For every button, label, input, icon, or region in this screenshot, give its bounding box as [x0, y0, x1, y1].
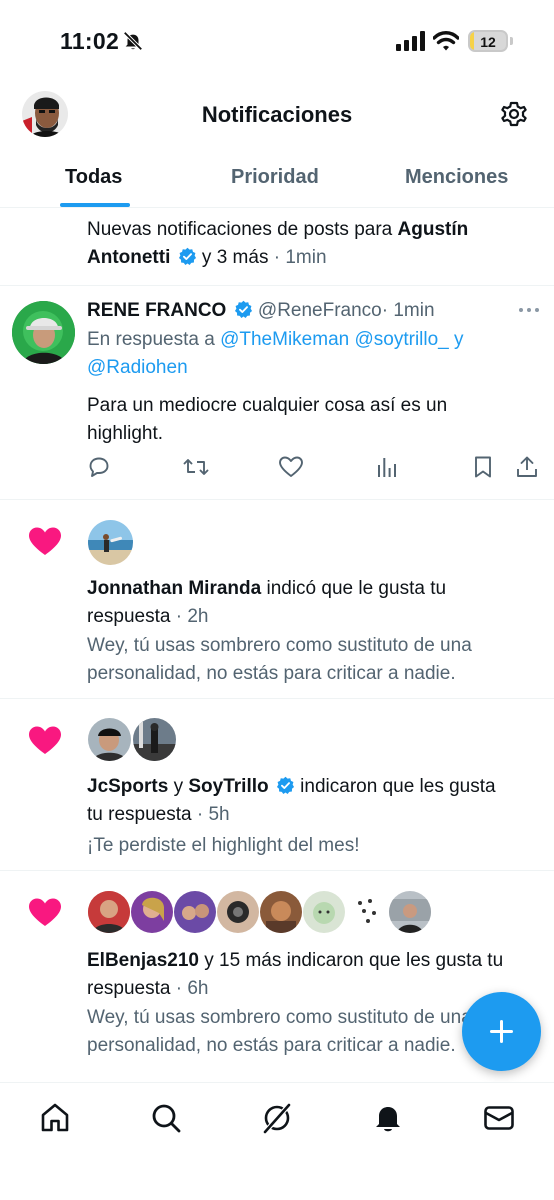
like-object: respuesta — [87, 978, 171, 999]
mention-radiohen[interactable]: @Radiohen — [87, 357, 188, 378]
actor-name-soytrillo[interactable]: SoyTrillo — [188, 776, 268, 797]
reply-post[interactable]: RENE FRANCO @ReneFranco· 1min En respues… — [0, 0, 554, 500]
actor-name[interactable]: Jonnathan Miranda — [87, 578, 261, 599]
compose-button[interactable] — [462, 992, 541, 1071]
avatar-jcsports[interactable] — [88, 718, 131, 761]
like-notification-jonnathan[interactable]: Jonnathan Miranda indicó que le gusta tu… — [0, 500, 554, 698]
quoted-reply: Wey, tú usas sombrero como sustituto de … — [87, 632, 537, 688]
grok-icon[interactable] — [260, 1101, 294, 1135]
quote-line1: Wey, tú usas sombrero como sustituto de … — [87, 635, 472, 656]
avatar-jonnathan[interactable] — [88, 520, 133, 565]
more-options-icon[interactable] — [518, 306, 540, 314]
author-handle[interactable]: @ReneFranco — [258, 300, 382, 321]
messages-icon[interactable] — [482, 1101, 516, 1135]
post-actions — [87, 455, 542, 485]
notifications-icon[interactable] — [371, 1101, 405, 1135]
avatar-liker-6[interactable] — [303, 891, 345, 933]
like-time: · 5h — [196, 804, 230, 825]
post-text: Para un mediocre cualquier cosa así es u… — [87, 392, 527, 448]
avatar-elbenjas[interactable] — [88, 891, 130, 933]
heart-icon — [29, 898, 61, 926]
views-icon[interactable] — [375, 455, 399, 479]
plus-icon-vertical — [500, 1020, 503, 1043]
author-name[interactable]: RENE FRANCO — [87, 300, 226, 321]
reply-to-line: En respuesta a @TheMikeman @soytrillo_ y… — [87, 326, 527, 382]
quote-line2: personalidad, no estás para criticar a n… — [87, 663, 456, 684]
share-icon[interactable] — [515, 455, 539, 479]
avatar-liker-5[interactable] — [260, 891, 302, 933]
like-time: · 6h — [175, 978, 209, 999]
avatar-liker-3[interactable] — [174, 891, 216, 933]
avatar-liker-2[interactable] — [131, 891, 173, 933]
bookmark-icon[interactable] — [471, 455, 495, 479]
actor-name[interactable]: ElBenjas210 — [87, 950, 199, 971]
avatar-liker-4[interactable] — [217, 891, 259, 933]
heart-icon — [29, 726, 61, 754]
quote-line2: personalidad, no estás para criticar a n… — [87, 1035, 456, 1056]
like-verb: y 15 más indicaron que les gusta tu — [198, 950, 504, 971]
like-verb: indicó que le gusta tu — [261, 578, 447, 599]
reply-icon[interactable] — [87, 455, 111, 479]
like-text: Jonnathan Miranda indicó que le gusta tu… — [87, 575, 537, 631]
home-icon[interactable] — [38, 1101, 72, 1135]
like-icon[interactable] — [278, 455, 304, 479]
actor-name-jcsports[interactable]: JcSports — [87, 776, 168, 797]
avatar-rene-franco[interactable] — [12, 301, 75, 364]
verified-icon — [276, 776, 294, 795]
like-object: tu respuesta — [87, 804, 192, 825]
post-text-line2: highlight. — [87, 423, 164, 444]
heart-icon — [29, 527, 61, 555]
like-notification-jcsports[interactable]: JcSports y SoyTrillo indicaron que les g… — [0, 699, 554, 869]
like-text: JcSports y SoyTrillo indicaron que les g… — [87, 773, 542, 829]
post-time: · 1min — [381, 300, 435, 321]
reply-prefix: En respuesta a — [87, 329, 221, 350]
like-verb: indicaron que les gusta — [294, 776, 496, 797]
bottom-nav — [0, 1082, 554, 1200]
mention-joiner: y — [454, 329, 464, 350]
mention-soytrillo[interactable]: @soytrillo_ — [354, 329, 448, 350]
search-icon[interactable] — [149, 1101, 183, 1135]
retweet-icon[interactable] — [183, 455, 209, 479]
post-text-line1: Para un mediocre cualquier cosa así es u… — [87, 395, 448, 416]
verified-icon — [234, 300, 252, 319]
post-header: RENE FRANCO @ReneFranco· 1min — [87, 297, 435, 325]
like-text: ElBenjas210 y 15 más indicaron que les g… — [87, 947, 542, 1003]
quoted-reply: ¡Te perdiste el highlight del mes! — [87, 832, 537, 860]
like-time: · 2h — [175, 606, 209, 627]
avatar-liker-8[interactable] — [389, 891, 431, 933]
mention-themikeman[interactable]: @TheMikeman — [220, 329, 349, 350]
like-object: respuesta — [87, 606, 171, 627]
quote-line1: ¡Te perdiste el highlight del mes! — [87, 835, 360, 856]
avatar-liker-7[interactable] — [346, 891, 388, 933]
actor-joiner: y — [168, 776, 189, 797]
quote-line1: Wey, tú usas sombrero como sustituto de … — [87, 1007, 472, 1028]
avatar-soytrillo[interactable] — [133, 718, 176, 761]
